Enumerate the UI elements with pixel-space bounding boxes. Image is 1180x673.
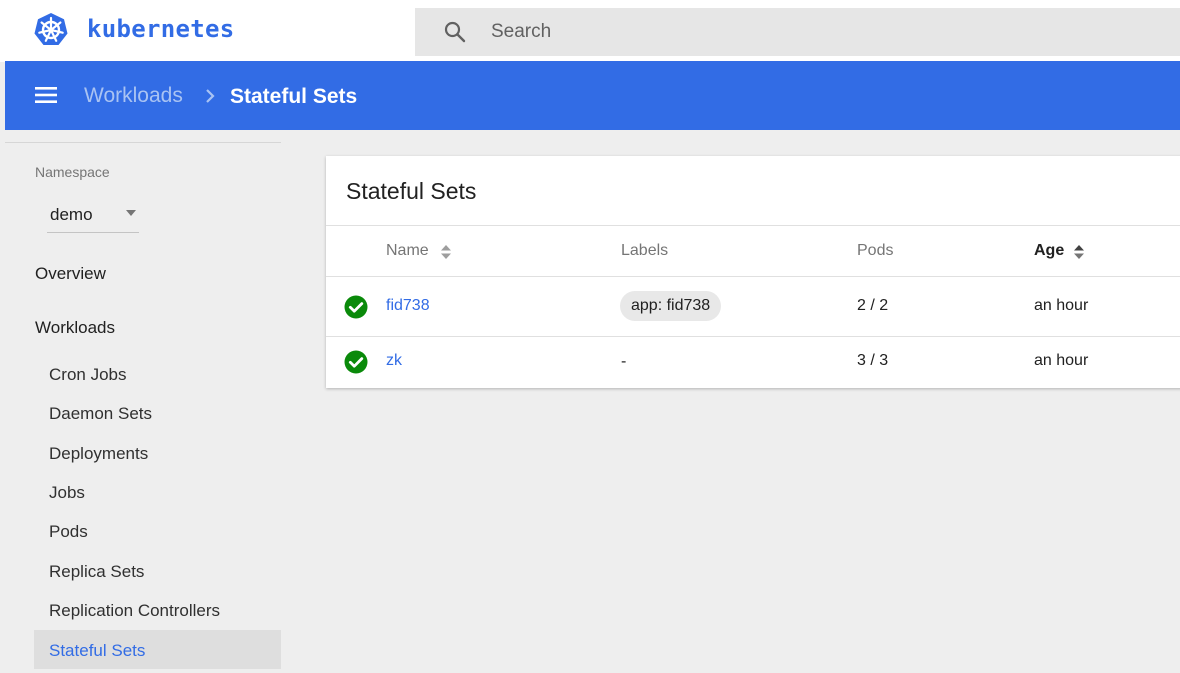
sidebar-item-workloads[interactable]: Workloads [35, 318, 115, 338]
sidebar-item-replica-sets[interactable]: Replica Sets [49, 562, 144, 582]
label-chip: app: fid738 [620, 291, 722, 321]
card-title: Stateful Sets [346, 178, 477, 204]
chevron-right-icon [206, 89, 215, 103]
sidebar-item-deployments[interactable]: Deployments [49, 444, 148, 464]
sidebar-item-daemon-sets[interactable]: Daemon Sets [49, 404, 152, 424]
search-bar[interactable]: Search [415, 8, 1180, 56]
breadcrumb-bar: Workloads Stateful Sets [5, 61, 1180, 130]
sidebar-divider [5, 142, 281, 143]
sidebar-item-cron-jobs[interactable]: Cron Jobs [49, 365, 126, 385]
labels-value: - [621, 353, 627, 370]
search-icon[interactable] [443, 20, 467, 44]
column-header-pods: Pods [857, 242, 894, 259]
column-header-name[interactable]: Name [386, 242, 429, 260]
column-header-labels: Labels [621, 242, 669, 259]
sidebar-item-stateful-sets[interactable]: Stateful Sets [49, 641, 145, 661]
sort-icon[interactable] [1073, 244, 1085, 260]
age-value: an hour [1034, 297, 1089, 314]
brand-name[interactable]: kubernetes [87, 15, 235, 43]
sidebar-item-replication-controllers[interactable]: Replication Controllers [49, 601, 220, 621]
menu-icon[interactable] [35, 85, 57, 105]
statefulset-name-link[interactable]: zk [386, 352, 402, 370]
dropdown-arrow-icon[interactable] [125, 209, 137, 217]
kubernetes-helm-icon[interactable] [33, 12, 69, 48]
age-value: an hour [1034, 352, 1089, 369]
pods-count: 2 / 2 [857, 297, 889, 314]
row-divider [326, 336, 1180, 337]
namespace-select[interactable]: demo [47, 197, 139, 233]
card-divider [326, 225, 1180, 226]
search-input[interactable]: Search [491, 21, 551, 43]
namespace-value[interactable]: demo [50, 205, 93, 225]
top-bar: kubernetes Search [0, 0, 1180, 62]
pods-count: 3 / 3 [857, 352, 889, 369]
breadcrumb-workloads-link[interactable]: Workloads [84, 84, 183, 108]
column-header-age[interactable]: Age [1034, 242, 1064, 260]
statefulset-name-link[interactable]: fid738 [386, 297, 430, 315]
check-circle-icon [344, 295, 368, 319]
stateful-sets-card: Stateful Sets Name Labels Pods Age fid73… [326, 156, 1180, 388]
check-circle-icon [344, 350, 368, 374]
sidebar-item-pods[interactable]: Pods [49, 522, 88, 542]
sidebar-item-jobs[interactable]: Jobs [49, 483, 85, 503]
sidebar-item-overview[interactable]: Overview [35, 264, 106, 284]
header-divider [326, 276, 1180, 277]
breadcrumb-current: Stateful Sets [230, 85, 358, 108]
namespace-label: Namespace [35, 164, 110, 180]
sort-icon[interactable] [440, 244, 452, 260]
